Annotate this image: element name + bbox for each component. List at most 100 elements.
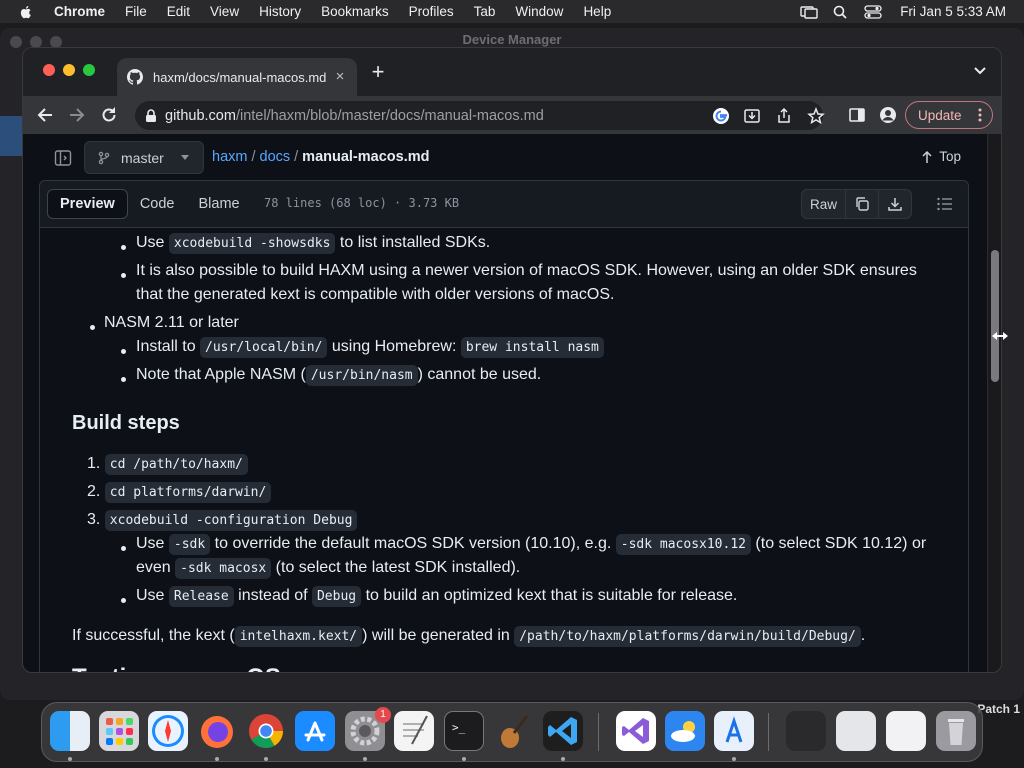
browser-tab-active[interactable]: haxm/docs/manual-macos.md × [117, 58, 357, 96]
page-scrollbar[interactable] [987, 134, 1001, 672]
close-tab-icon[interactable]: × [333, 69, 347, 84]
tab-search-chevron-icon[interactable] [973, 66, 987, 76]
branch-name: master [121, 149, 164, 166]
copy-raw-button[interactable] [846, 190, 879, 218]
breadcrumb: haxm / docs / manual-macos.md [212, 149, 430, 165]
spotlight-search-icon[interactable] [832, 5, 850, 19]
chrome-icon[interactable] [246, 711, 286, 751]
site-info-icon[interactable] [145, 108, 157, 123]
outline-list-icon[interactable] [936, 195, 954, 213]
menu-bookmarks[interactable]: Bookmarks [321, 4, 389, 19]
top-label: Top [939, 149, 961, 164]
menu-file[interactable]: File [125, 4, 147, 19]
chrome-window: haxm/docs/manual-macos.md × + github.com… [22, 47, 1002, 673]
apple-menu-icon[interactable] [18, 4, 34, 20]
top-button[interactable]: Top [921, 149, 961, 164]
menu-edit[interactable]: Edit [167, 4, 190, 19]
tab-blame[interactable]: Blame [187, 189, 252, 219]
scrollbar-thumb[interactable] [991, 250, 999, 382]
menu-history[interactable]: History [259, 4, 301, 19]
instruments-guitar-icon[interactable] [494, 711, 534, 751]
arrow-up-icon [922, 150, 932, 163]
chrome-update-button[interactable]: Update [905, 101, 993, 129]
browser-toolbar: github.com/intel/haxm/blob/master/docs/m… [23, 96, 1001, 134]
breadcrumb-current-file: manual-macos.md [302, 149, 430, 165]
ordered-list-item: 2. cd platforms/darwin/ [87, 482, 272, 503]
menu-help[interactable]: Help [583, 4, 611, 19]
list-item-continuation: even -sdk macosx (to select the latest S… [136, 558, 520, 579]
app-store-icon[interactable] [295, 711, 335, 751]
url-host: github.com [165, 107, 236, 124]
forward-arrow-icon[interactable] [67, 105, 87, 125]
list-item: NASM 2.11 or later [104, 314, 239, 331]
menu-tab[interactable]: Tab [474, 4, 496, 19]
profile-avatar-icon[interactable] [879, 106, 897, 124]
recent-window-thumbnail-3[interactable] [886, 711, 926, 751]
google-lens-icon[interactable] [712, 107, 730, 125]
list-bullet [121, 377, 126, 382]
inline-code: xcodebuild -configuration Debug [104, 510, 358, 531]
list-bullet [90, 325, 95, 330]
menu-app-name[interactable]: Chrome [54, 4, 105, 19]
branch-selector-button[interactable]: master [84, 141, 204, 174]
side-panel-icon[interactable] [848, 106, 866, 124]
close-window-button[interactable] [43, 64, 55, 76]
inline-code: -sdk [168, 534, 211, 555]
trash-icon[interactable] [936, 711, 976, 751]
menu-view[interactable]: View [210, 4, 239, 19]
new-tab-button[interactable]: + [367, 61, 389, 84]
macos-dock: 1 >_ [41, 702, 983, 762]
weather-icon[interactable] [665, 711, 705, 751]
tab-code[interactable]: Code [128, 189, 187, 219]
visual-studio-icon[interactable] [616, 711, 656, 751]
reload-icon[interactable] [99, 105, 119, 125]
list-bullet [121, 349, 126, 354]
inline-code: cd platforms/darwin/ [104, 482, 272, 503]
system-settings-icon[interactable]: 1 [345, 707, 391, 751]
share-icon[interactable] [775, 107, 793, 125]
install-app-icon[interactable] [743, 107, 761, 125]
github-page: master haxm / docs / manual-macos.md Top Pre… [23, 134, 1001, 672]
textedit-icon[interactable] [394, 711, 434, 751]
list-bullet [121, 598, 126, 603]
recent-window-thumbnail-2[interactable] [836, 711, 876, 751]
raw-button[interactable]: Raw [802, 190, 846, 218]
menu-profiles[interactable]: Profiles [409, 4, 454, 19]
vscode-icon[interactable] [543, 711, 583, 751]
menubar-clock[interactable]: Fri Jan 5 5:33 AM [900, 4, 1006, 19]
firefox-icon[interactable] [197, 711, 237, 751]
breadcrumb-repo-link[interactable]: haxm [212, 149, 247, 165]
minimize-window-button[interactable] [63, 64, 75, 76]
terminal-icon[interactable]: >_ [444, 711, 484, 751]
chrome-menu-kebab-icon[interactable] [978, 108, 982, 122]
expand-file-tree-icon[interactable] [54, 149, 72, 167]
launchpad-icon[interactable] [99, 711, 139, 751]
safari-icon[interactable] [148, 711, 188, 751]
inline-code: -sdk macosx10.12 [615, 534, 751, 555]
control-center-icon[interactable] [864, 4, 882, 19]
breadcrumb-folder-link[interactable]: docs [260, 149, 291, 165]
tab-preview[interactable]: Preview [47, 189, 128, 219]
tab-title: haxm/docs/manual-macos.md [153, 69, 327, 85]
recent-window-thumbnail-1[interactable] [786, 711, 826, 751]
inline-code: Debug [311, 586, 362, 607]
xcode-instruments-icon[interactable] [714, 711, 754, 751]
address-bar[interactable]: github.com/intel/haxm/blob/master/docs/m… [135, 101, 825, 130]
view-mode-tabs: Preview Code Blame [47, 189, 252, 219]
screen-mirroring-icon[interactable] [800, 5, 818, 19]
background-patch-label: Patch 1 [977, 702, 1020, 716]
github-favicon-icon [127, 69, 143, 85]
menu-window[interactable]: Window [515, 4, 563, 19]
finder-icon[interactable] [50, 711, 90, 751]
inline-code: brew install nasm [460, 337, 604, 358]
fullscreen-window-button[interactable] [83, 64, 95, 76]
download-raw-button[interactable] [879, 190, 911, 218]
paragraph: If successful, the kext (intelhaxm.kext/… [72, 626, 865, 647]
list-item: It is also possible to build HAXM using … [136, 262, 917, 279]
tab-strip: haxm/docs/manual-macos.md × + [23, 48, 1001, 96]
bookmark-star-icon[interactable] [807, 107, 825, 125]
ordered-list-item: 1. cd /path/to/haxm/ [87, 454, 248, 475]
file-header: master haxm / docs / manual-macos.md Top [39, 134, 969, 180]
file-actions-group: Raw [800, 189, 912, 219]
back-arrow-icon[interactable] [35, 105, 55, 125]
